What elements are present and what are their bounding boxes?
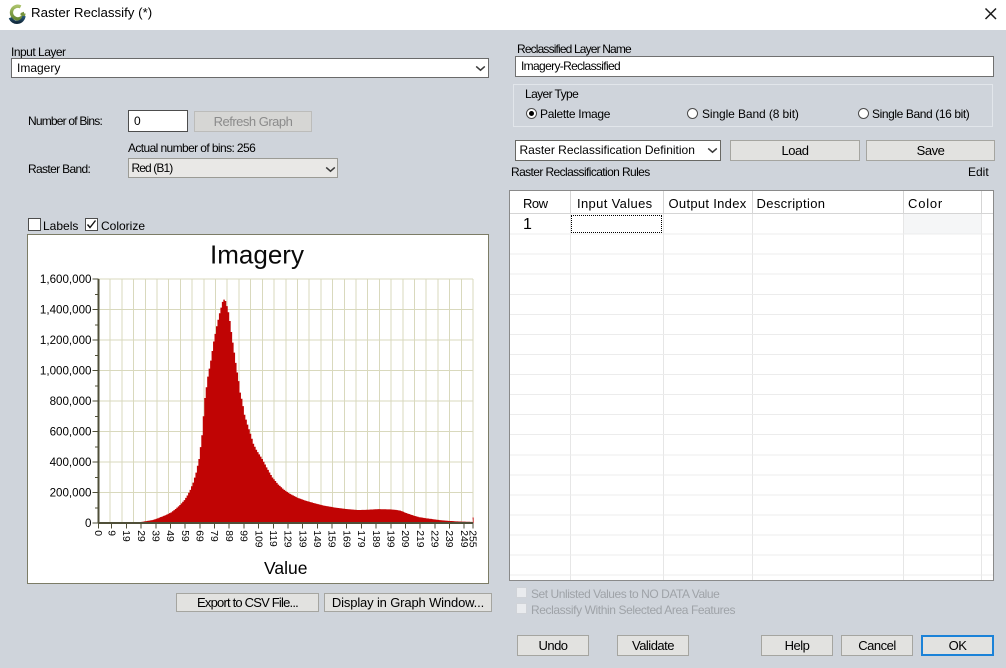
svg-text:79: 79: [208, 530, 219, 542]
svg-text:255: 255: [467, 530, 478, 548]
svg-text:69: 69: [194, 530, 205, 542]
svg-text:1,200,000: 1,200,000: [40, 334, 92, 347]
svg-text:1,400,000: 1,400,000: [40, 304, 92, 317]
svg-text:59: 59: [179, 530, 190, 542]
svg-text:89: 89: [223, 530, 234, 542]
svg-text:129: 129: [282, 530, 293, 548]
svg-text:99: 99: [238, 530, 249, 542]
svg-text:1,000,000: 1,000,000: [40, 365, 92, 378]
svg-text:Value: Value: [264, 558, 307, 578]
svg-text:229: 229: [429, 530, 440, 548]
svg-text:149: 149: [311, 530, 322, 548]
svg-text:219: 219: [414, 530, 425, 548]
svg-text:199: 199: [384, 530, 395, 548]
svg-text:239: 239: [443, 530, 454, 548]
svg-text:169: 169: [340, 530, 351, 548]
svg-text:29: 29: [135, 530, 146, 542]
svg-text:139: 139: [296, 530, 307, 548]
svg-text:209: 209: [399, 530, 410, 548]
svg-text:39: 39: [149, 530, 160, 542]
svg-text:600,000: 600,000: [50, 426, 92, 439]
svg-text:200,000: 200,000: [50, 487, 92, 500]
svg-text:119: 119: [267, 530, 278, 547]
svg-text:400,000: 400,000: [50, 456, 92, 469]
svg-text:0: 0: [85, 517, 91, 530]
svg-text:Imagery: Imagery: [210, 240, 304, 270]
svg-text:109: 109: [252, 530, 263, 548]
svg-text:159: 159: [326, 530, 337, 548]
svg-text:9: 9: [105, 530, 116, 536]
svg-text:800,000: 800,000: [50, 395, 92, 408]
svg-text:49: 49: [164, 530, 175, 542]
svg-text:179: 179: [355, 530, 366, 548]
svg-text:189: 189: [370, 530, 381, 548]
svg-text:19: 19: [120, 530, 131, 542]
svg-text:1,600,000: 1,600,000: [40, 273, 92, 286]
svg-text:0: 0: [92, 530, 103, 536]
